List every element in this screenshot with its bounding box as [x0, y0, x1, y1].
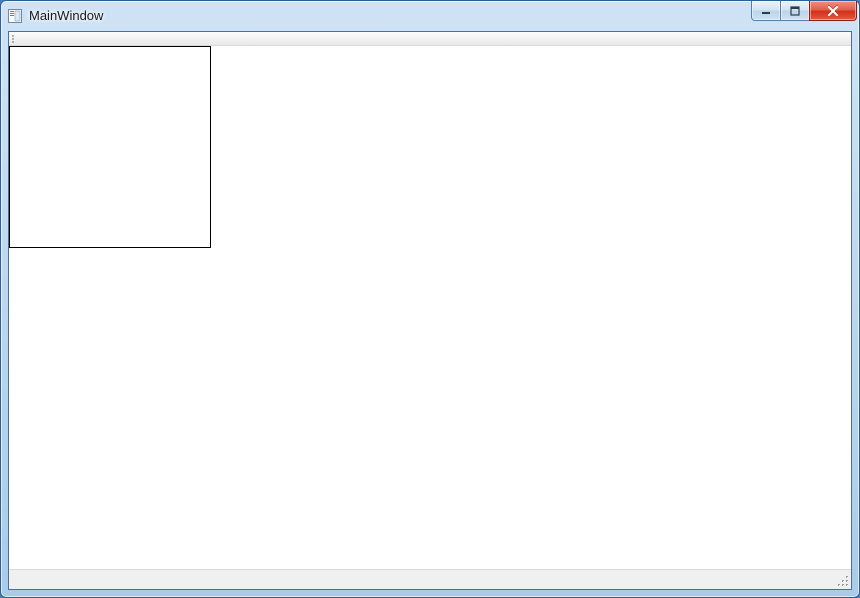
- window-frame: MainWindow: [0, 0, 860, 598]
- app-icon: [7, 8, 23, 24]
- size-grip[interactable]: [836, 574, 850, 588]
- titlebar[interactable]: MainWindow: [1, 1, 859, 31]
- central-widget: [9, 46, 851, 569]
- toolbar[interactable]: [9, 32, 851, 46]
- client-area: [8, 31, 852, 590]
- minimize-button[interactable]: [751, 1, 781, 21]
- window-controls: [752, 1, 857, 21]
- window-title: MainWindow: [29, 1, 103, 31]
- toolbar-grip-icon: [12, 35, 15, 43]
- maximize-button[interactable]: [780, 1, 810, 21]
- close-button[interactable]: [809, 1, 857, 21]
- content-panel: [9, 46, 211, 248]
- statusbar: [9, 569, 851, 589]
